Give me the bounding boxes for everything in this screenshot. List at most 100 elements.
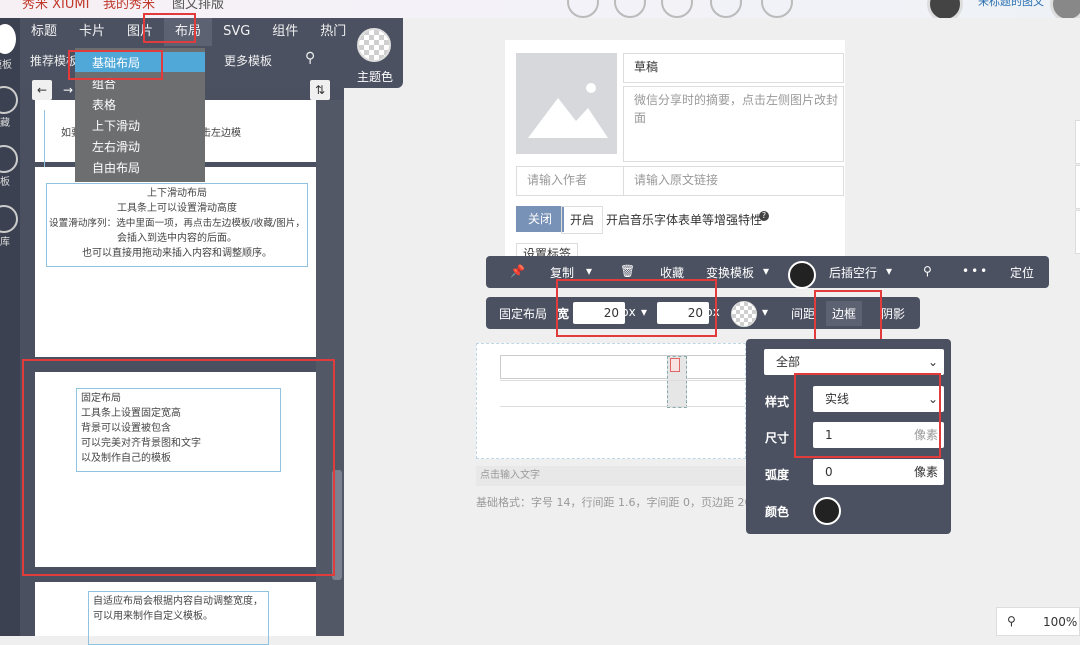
border-color-swatch[interactable]	[813, 497, 841, 525]
text-input-hint[interactable]: 点击输入文字	[476, 466, 746, 486]
highlight-size-inputs	[556, 279, 717, 337]
help-icon[interactable]: ?	[759, 211, 769, 221]
style-label: 样式	[765, 395, 790, 409]
share-icon[interactable]	[710, 0, 742, 18]
favorite-icon[interactable]	[0, 86, 18, 114]
highlight-fixed-template	[22, 359, 335, 576]
summary-input[interactable]: 微信分享时的摘要，点击左侧图片改封面	[623, 86, 844, 162]
search-icon[interactable]: ⚲	[305, 50, 315, 66]
original-link-input[interactable]: 请输入原文链接	[623, 166, 844, 196]
tab-card[interactable]: 卡片	[68, 18, 116, 46]
my-xiumi-link[interactable]: 我的秀米	[103, 0, 155, 12]
tab-component[interactable]: 组件	[261, 18, 309, 46]
scroll-line-1: 上下滑动布局	[147, 188, 207, 199]
color-label: 颜色	[765, 505, 790, 519]
rail-label-favorite[interactable]: 收藏	[0, 114, 10, 129]
border-scope-select[interactable]: 全部 ⌄	[764, 349, 944, 375]
theme-color-swatch[interactable]	[357, 28, 391, 62]
format-brush-icon[interactable]: ⚲	[923, 264, 932, 278]
preview-icon[interactable]	[567, 0, 599, 18]
delete-icon[interactable]: 🗑	[620, 264, 635, 278]
template-card-scroll[interactable]: 上下滑动布局 工具条上可以设置滑动高度 设置滑动序列：选中里面一项，再点击左边模…	[35, 167, 316, 357]
auto-line-2: 可以用来制作自定义模板。	[93, 611, 213, 622]
chevron-down-icon: ⌄	[927, 355, 938, 369]
document-name[interactable]: 未标题的图文	[978, 0, 1044, 9]
border-radius-unit: 像素	[913, 465, 938, 479]
pin-icon[interactable]: 📌	[510, 264, 525, 278]
dropdown-table[interactable]: 表格	[92, 96, 116, 113]
editor-canvas[interactable]	[476, 343, 747, 459]
right-side-tab[interactable]	[1075, 210, 1080, 254]
rail-label-gallery[interactable]: 图库	[0, 233, 10, 248]
spacing-button[interactable]: 间距	[791, 305, 815, 322]
image-icon[interactable]	[614, 0, 646, 18]
zoom-control: ⚲ 100%	[996, 607, 1080, 636]
back-arrow-icon[interactable]: ←	[32, 80, 52, 100]
more-options-icon[interactable]: •••	[962, 264, 989, 278]
rail-label-board[interactable]: 板	[0, 173, 10, 188]
zoom-level[interactable]: 100%	[1043, 615, 1077, 629]
cover-image-placeholder[interactable]	[516, 53, 617, 154]
canvas-divider-2	[500, 406, 745, 407]
base-format-info: 基础格式：字号 14，行间距 1.6，字间距 0，页边距 20	[476, 496, 752, 509]
page-title: 图文排版	[172, 0, 225, 12]
theme-color-label[interactable]: 主题色	[357, 68, 393, 85]
highlight-border-button	[814, 290, 882, 342]
fixed-layout-label[interactable]: 固定布局	[499, 305, 547, 322]
feature-description: 开启音乐字体表单等增强特性	[606, 213, 763, 227]
border-radius-value: 0	[825, 465, 833, 479]
rail-label-template[interactable]: 模板	[0, 56, 12, 71]
highlight-layout-tab	[143, 13, 196, 43]
locate-button[interactable]: 定位	[1010, 264, 1034, 281]
more-templates-link[interactable]: 更多模板	[224, 52, 272, 69]
bg-dropdown-icon[interactable]: ▾	[762, 305, 768, 319]
account-avatar[interactable]	[1050, 0, 1080, 18]
mountain-icon	[528, 83, 608, 138]
template-card-auto[interactable]: 自适应布局会根据内容自动调整宽度， 可以用来制作自定义模板。	[35, 582, 316, 645]
article-settings-card: 草稿 微信分享时的摘要，点击左侧图片改封面 请输入作者 请输入原文链接 关闭 开…	[505, 40, 845, 265]
border-scope-value: 全部	[776, 355, 801, 369]
insert-empty-line-button[interactable]: 后插空行	[829, 264, 877, 281]
brand-link[interactable]: 秀米 XIUMI	[22, 0, 89, 12]
tab-title[interactable]: 标题	[20, 18, 68, 46]
template-icon[interactable]	[0, 24, 16, 54]
board-icon[interactable]	[0, 145, 18, 173]
shadow-button[interactable]: 阴影	[881, 305, 905, 322]
layout-row[interactable]	[500, 355, 747, 379]
tab-svg[interactable]: SVG	[212, 18, 261, 46]
title-input[interactable]: 草稿	[623, 53, 844, 83]
highlight-border-style-size	[794, 373, 941, 458]
gallery-icon[interactable]	[0, 205, 18, 233]
dropdown-horizontal-scroll[interactable]: 左右滑动	[92, 138, 140, 155]
author-input[interactable]: 请输入作者	[516, 166, 629, 196]
tab-hot[interactable]: 热门	[309, 18, 357, 46]
radius-label: 弧度	[765, 468, 790, 482]
insert-dropdown-icon[interactable]: ▾	[886, 264, 892, 278]
right-side-tab[interactable]	[1075, 120, 1080, 164]
toggle-off-button[interactable]: 关闭	[516, 206, 565, 232]
border-radius-select[interactable]: 0 像素	[813, 459, 944, 485]
scroll-line-4: 会插入到选中内容的后面。	[117, 233, 237, 244]
template-auto-layout: 自适应布局会根据内容自动调整宽度， 可以用来制作自定义模板。	[88, 591, 269, 645]
save-icon[interactable]	[661, 0, 693, 18]
toggle-on-button[interactable]: 开启	[561, 206, 604, 234]
color-picker-circle[interactable]	[788, 261, 816, 289]
dropdown-vertical-scroll[interactable]: 上下滑动	[92, 117, 140, 134]
fixed-layout-cell[interactable]	[670, 358, 680, 372]
auto-line-1: 自适应布局会根据内容自动调整宽度，	[93, 596, 263, 607]
background-color-swatch[interactable]	[731, 301, 757, 327]
sort-icon[interactable]: ⇅	[310, 80, 330, 100]
dropdown-free-layout[interactable]: 自由布局	[92, 159, 140, 176]
scroll-line-3: 设置滑动序列：选中里面一项，再点击左边模板/收藏/图片，	[49, 218, 305, 229]
check-icon[interactable]	[761, 0, 793, 18]
user-avatar[interactable]	[927, 0, 963, 18]
left-rail: 模板 收藏 板 图库	[0, 18, 20, 636]
scroll-line-2: 工具条上可以设置滑动高度	[117, 203, 237, 214]
canvas-divider	[500, 380, 745, 381]
zoom-icon[interactable]: ⚲	[1007, 614, 1016, 628]
switch-dropdown-icon[interactable]: ▾	[763, 264, 769, 278]
template-scroll-layout: 上下滑动布局 工具条上可以设置滑动高度 设置滑动序列：选中里面一项，再点击左边模…	[46, 183, 308, 267]
scroll-line-5: 也可以直接用拖动来插入内容和调整顺序。	[82, 248, 272, 259]
copy-dropdown-icon[interactable]: ▾	[586, 264, 592, 278]
right-side-tab[interactable]	[1075, 165, 1080, 209]
